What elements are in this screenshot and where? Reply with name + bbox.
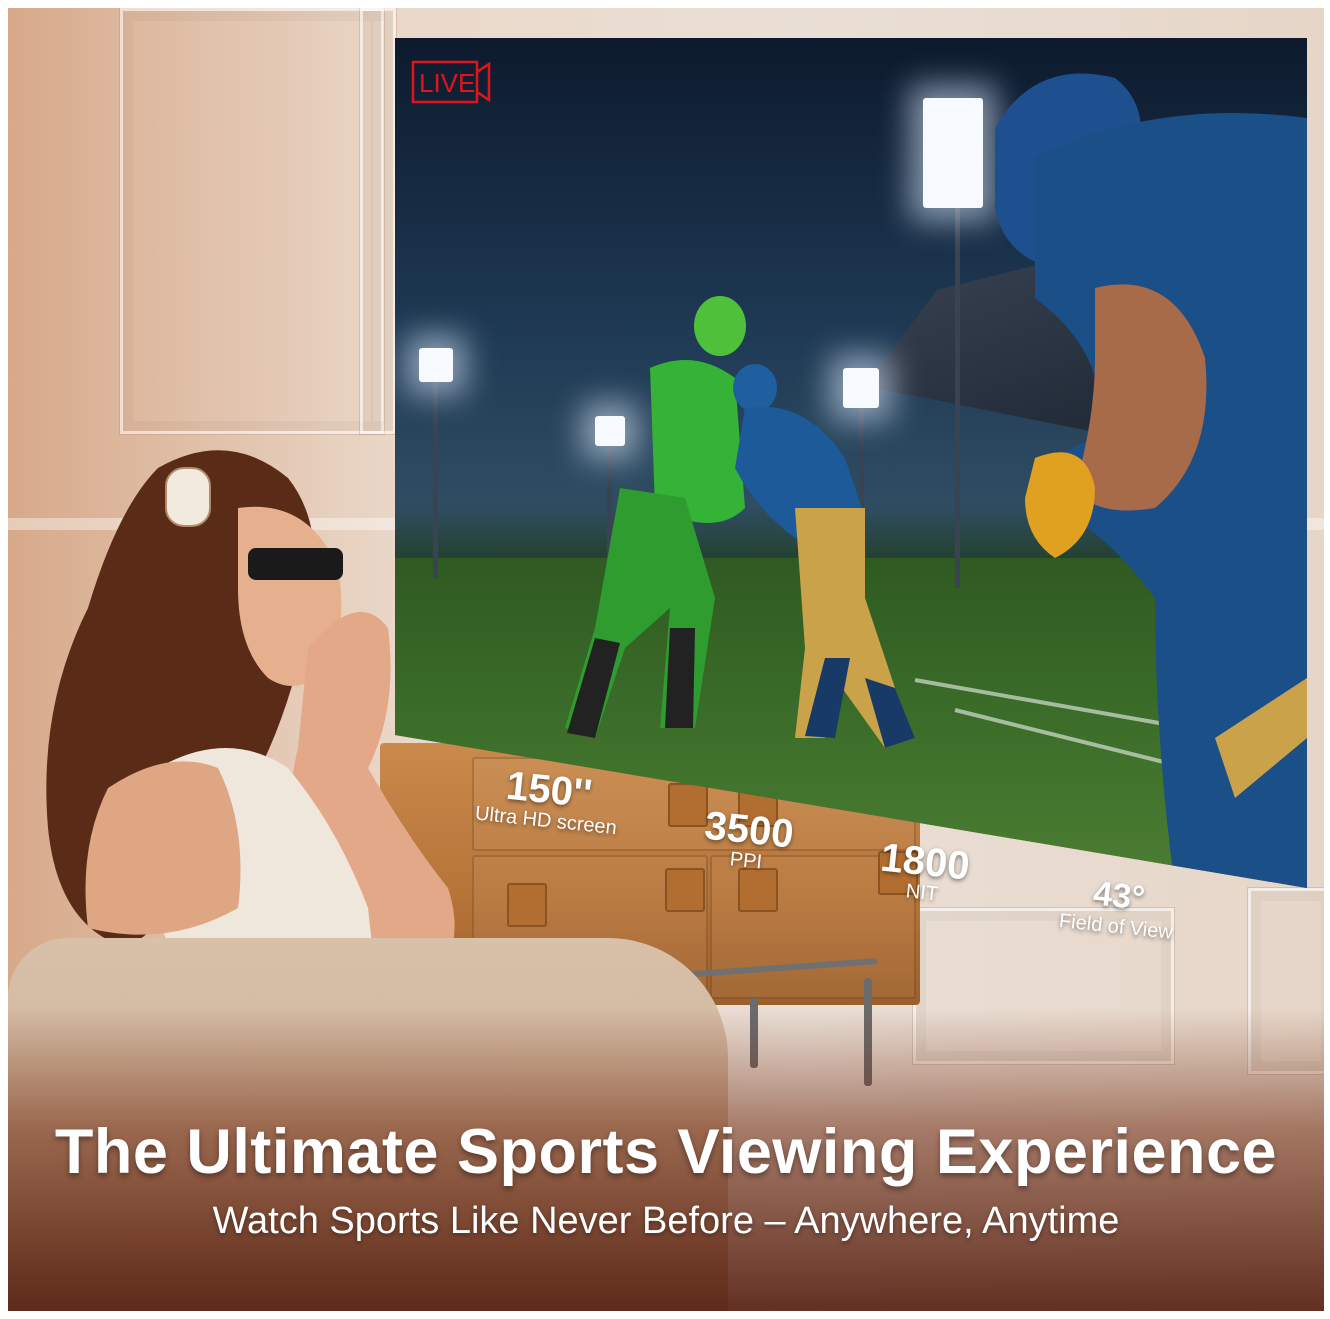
- hair-clip: [165, 467, 211, 527]
- spec-nit: 1800 NIT: [861, 836, 987, 910]
- blue-player-helmet: [733, 364, 777, 412]
- headline: The Ultimate Sports Viewing Experience: [54, 1117, 1278, 1187]
- subheadline: Watch Sports Like Never Before – Anywher…: [212, 1200, 1120, 1242]
- ar-glasses: [248, 548, 343, 580]
- product-scene: LIVE 150'' Ultra HD screen 3500 PPI 1800…: [8, 8, 1324, 1311]
- foreground-player-glove: [1025, 452, 1095, 558]
